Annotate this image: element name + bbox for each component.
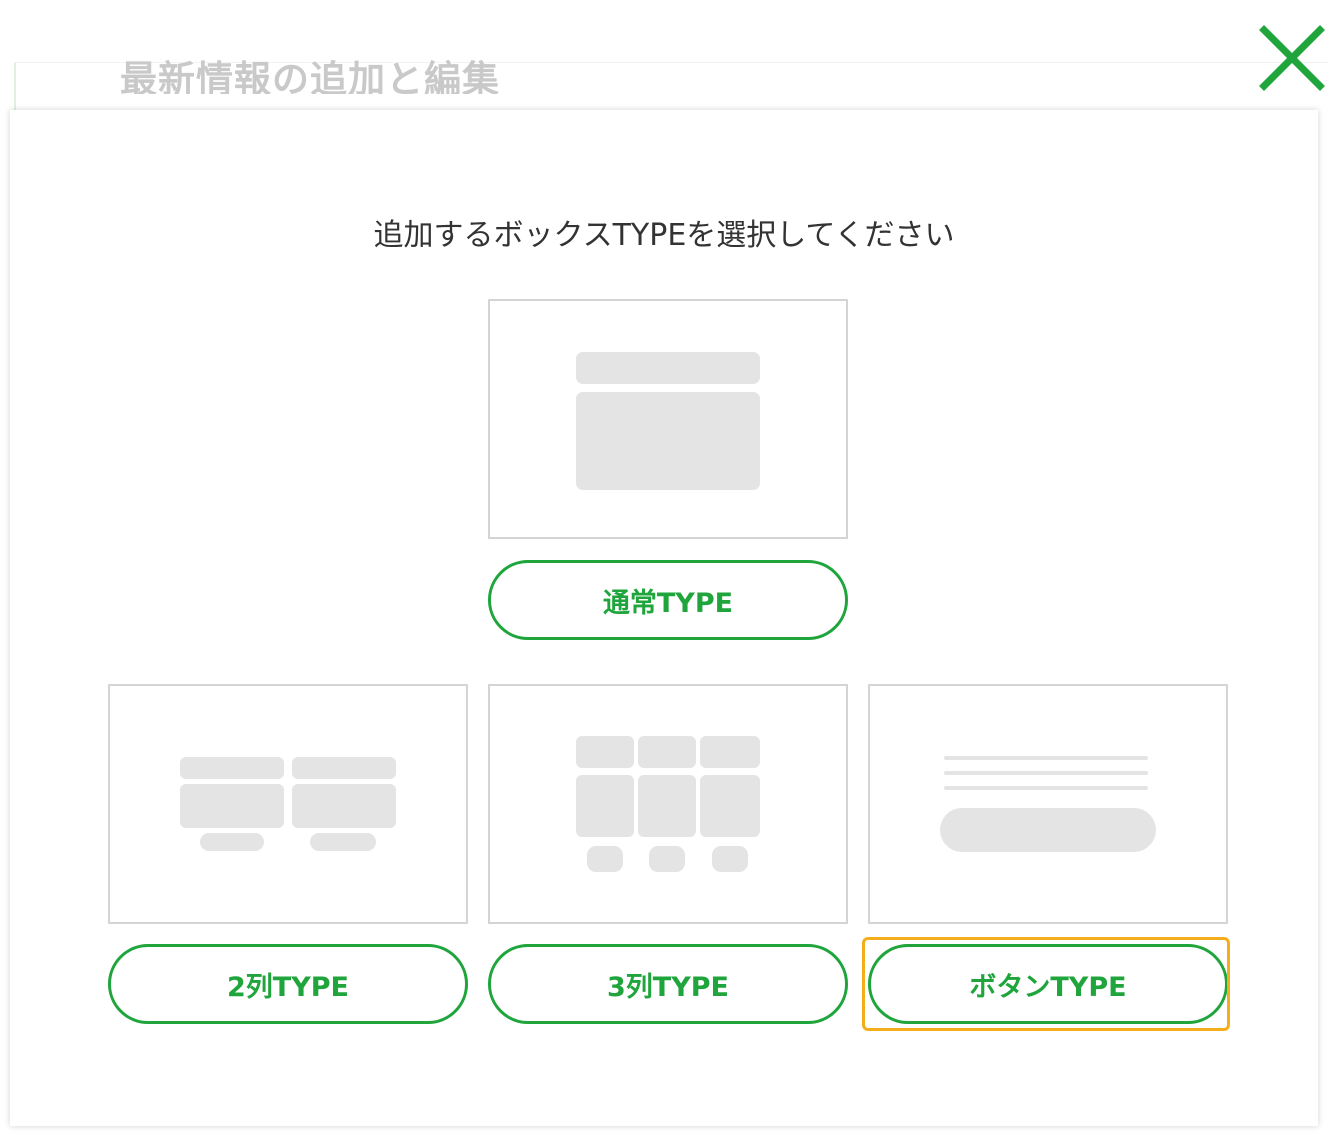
- two-column-type-button[interactable]: 2列TYPE: [108, 944, 468, 1024]
- three-column-layout-illustration: [576, 736, 760, 872]
- background-page-heading: 最新情報の追加と編集: [120, 58, 500, 94]
- button-type-button[interactable]: ボタンTYPE: [868, 944, 1228, 1024]
- button-layout-preview[interactable]: [868, 684, 1228, 924]
- normal-type-button[interactable]: 通常TYPE: [488, 560, 848, 640]
- three-column-layout-preview[interactable]: [488, 684, 848, 924]
- close-button[interactable]: [1258, 24, 1326, 92]
- normal-layout-preview[interactable]: [488, 299, 848, 539]
- button-layout-illustration: [940, 756, 1156, 852]
- box-type-modal: 追加するボックスTYPEを選択してください 通常TYPE 2列TYPE 3列TY…: [10, 110, 1318, 1126]
- two-column-layout-preview[interactable]: [108, 684, 468, 924]
- modal-prompt: 追加するボックスTYPEを選択してください: [373, 218, 955, 253]
- three-column-type-button[interactable]: 3列TYPE: [488, 944, 848, 1024]
- two-column-layout-illustration: [180, 757, 396, 851]
- normal-layout-illustration: [576, 352, 760, 490]
- close-icon: [1259, 25, 1325, 91]
